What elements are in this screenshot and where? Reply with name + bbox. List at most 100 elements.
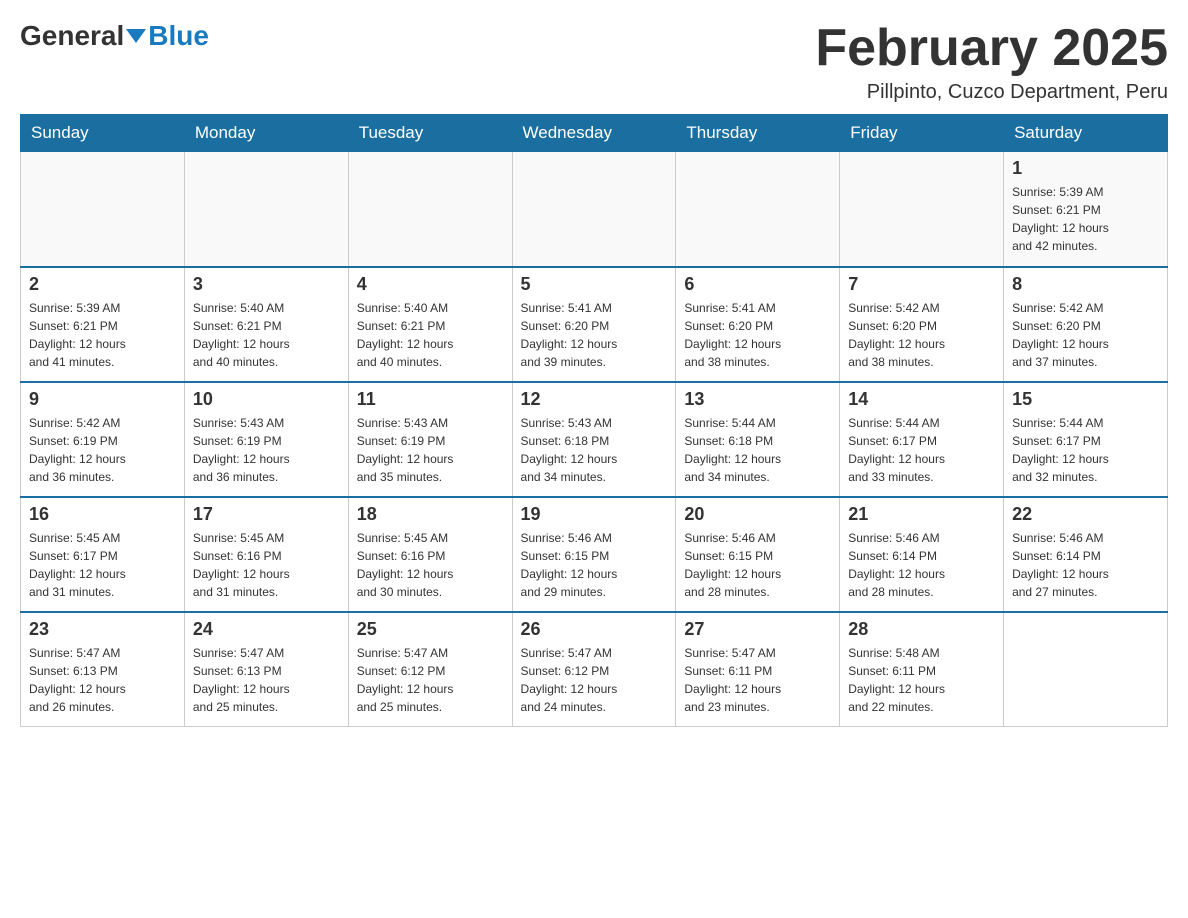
day-number: 8	[1012, 274, 1159, 295]
calendar-cell	[676, 152, 840, 267]
calendar-cell: 22 Sunrise: 5:46 AM Sunset: 6:14 PM Dayli…	[1004, 497, 1168, 612]
day-info: Sunrise: 5:45 AM Sunset: 6:16 PM Dayligh…	[193, 529, 340, 601]
day-info: Sunrise: 5:42 AM Sunset: 6:19 PM Dayligh…	[29, 414, 176, 486]
calendar-cell	[840, 152, 1004, 267]
calendar-cell: 8Sunrise: 5:42 AM Sunset: 6:20 PM Daylig…	[1004, 267, 1168, 382]
day-info: Sunrise: 5:39 AM Sunset: 6:21 PM Dayligh…	[1012, 183, 1159, 255]
day-number: 25	[357, 619, 504, 640]
day-header-friday: Friday	[840, 115, 1004, 152]
day-number: 11	[357, 389, 504, 410]
day-info: Sunrise: 5:47 AM Sunset: 6:13 PM Dayligh…	[193, 644, 340, 716]
calendar-cell: 13 Sunrise: 5:44 AM Sunset: 6:18 PM Dayli…	[676, 382, 840, 497]
day-info: Sunrise: 5:45 AM Sunset: 6:17 PM Dayligh…	[29, 529, 176, 601]
calendar-cell: 6Sunrise: 5:41 AM Sunset: 6:20 PM Daylig…	[676, 267, 840, 382]
day-info: Sunrise: 5:46 AM Sunset: 6:14 PM Dayligh…	[1012, 529, 1159, 601]
day-header-sunday: Sunday	[21, 115, 185, 152]
calendar-cell: 14 Sunrise: 5:44 AM Sunset: 6:17 PM Dayli…	[840, 382, 1004, 497]
calendar-cell: 4 Sunrise: 5:40 AM Sunset: 6:21 PM Daylig…	[348, 267, 512, 382]
day-info: Sunrise: 5:44 AM Sunset: 6:18 PM Dayligh…	[684, 414, 831, 486]
calendar-week-row: 2 Sunrise: 5:39 AM Sunset: 6:21 PM Daylig…	[21, 267, 1168, 382]
day-number: 17	[193, 504, 340, 525]
calendar-header-row: SundayMondayTuesdayWednesdayThursdayFrid…	[21, 115, 1168, 152]
logo-general-text: General	[20, 20, 124, 52]
day-number: 21	[848, 504, 995, 525]
calendar-cell	[512, 152, 676, 267]
day-number: 3	[193, 274, 340, 295]
day-info: Sunrise: 5:46 AM Sunset: 6:14 PM Dayligh…	[848, 529, 995, 601]
day-number: 14	[848, 389, 995, 410]
day-number: 20	[684, 504, 831, 525]
day-number: 9	[29, 389, 176, 410]
calendar-cell: 28 Sunrise: 5:48 AM Sunset: 6:11 PM Dayli…	[840, 612, 1004, 727]
calendar-table: SundayMondayTuesdayWednesdayThursdayFrid…	[20, 114, 1168, 727]
day-header-wednesday: Wednesday	[512, 115, 676, 152]
calendar-cell: 26Sunrise: 5:47 AM Sunset: 6:12 PM Dayli…	[512, 612, 676, 727]
calendar-cell	[184, 152, 348, 267]
calendar-cell	[1004, 612, 1168, 727]
day-number: 7	[848, 274, 995, 295]
calendar-cell: 17 Sunrise: 5:45 AM Sunset: 6:16 PM Dayli…	[184, 497, 348, 612]
calendar-cell: 5 Sunrise: 5:41 AM Sunset: 6:20 PM Daylig…	[512, 267, 676, 382]
day-number: 19	[521, 504, 668, 525]
day-number: 10	[193, 389, 340, 410]
day-number: 18	[357, 504, 504, 525]
calendar-cell: 18Sunrise: 5:45 AM Sunset: 6:16 PM Dayli…	[348, 497, 512, 612]
calendar-cell: 7Sunrise: 5:42 AM Sunset: 6:20 PM Daylig…	[840, 267, 1004, 382]
calendar-cell: 20 Sunrise: 5:46 AM Sunset: 6:15 PM Dayli…	[676, 497, 840, 612]
calendar-cell: 10 Sunrise: 5:43 AM Sunset: 6:19 PM Dayli…	[184, 382, 348, 497]
day-number: 1	[1012, 158, 1159, 179]
day-number: 5	[521, 274, 668, 295]
page-header: General Blue February 2025 Pillpinto, Cu…	[20, 20, 1168, 104]
day-number: 15	[1012, 389, 1159, 410]
calendar-cell	[21, 152, 185, 267]
day-info: Sunrise: 5:39 AM Sunset: 6:21 PM Dayligh…	[29, 299, 176, 371]
day-info: Sunrise: 5:43 AM Sunset: 6:19 PM Dayligh…	[193, 414, 340, 486]
calendar-cell: 1 Sunrise: 5:39 AM Sunset: 6:21 PM Daylig…	[1004, 152, 1168, 267]
calendar-subtitle: Pillpinto, Cuzco Department, Peru	[815, 81, 1168, 104]
day-info: Sunrise: 5:48 AM Sunset: 6:11 PM Dayligh…	[848, 644, 995, 716]
logo-blue-text: Blue	[148, 20, 209, 52]
day-info: Sunrise: 5:46 AM Sunset: 6:15 PM Dayligh…	[684, 529, 831, 601]
calendar-cell: 25Sunrise: 5:47 AM Sunset: 6:12 PM Dayli…	[348, 612, 512, 727]
day-number: 22	[1012, 504, 1159, 525]
calendar-cell: 2 Sunrise: 5:39 AM Sunset: 6:21 PM Daylig…	[21, 267, 185, 382]
day-header-saturday: Saturday	[1004, 115, 1168, 152]
day-info: Sunrise: 5:47 AM Sunset: 6:12 PM Dayligh…	[521, 644, 668, 716]
calendar-cell: 16 Sunrise: 5:45 AM Sunset: 6:17 PM Dayli…	[21, 497, 185, 612]
day-number: 16	[29, 504, 176, 525]
calendar-cell: 15 Sunrise: 5:44 AM Sunset: 6:17 PM Dayli…	[1004, 382, 1168, 497]
day-info: Sunrise: 5:43 AM Sunset: 6:18 PM Dayligh…	[521, 414, 668, 486]
day-number: 28	[848, 619, 995, 640]
day-number: 27	[684, 619, 831, 640]
day-number: 6	[684, 274, 831, 295]
calendar-cell: 21 Sunrise: 5:46 AM Sunset: 6:14 PM Dayli…	[840, 497, 1004, 612]
day-info: Sunrise: 5:46 AM Sunset: 6:15 PM Dayligh…	[521, 529, 668, 601]
calendar-cell: 27Sunrise: 5:47 AM Sunset: 6:11 PM Dayli…	[676, 612, 840, 727]
day-info: Sunrise: 5:47 AM Sunset: 6:13 PM Dayligh…	[29, 644, 176, 716]
day-info: Sunrise: 5:43 AM Sunset: 6:19 PM Dayligh…	[357, 414, 504, 486]
calendar-week-row: 23 Sunrise: 5:47 AM Sunset: 6:13 PM Dayli…	[21, 612, 1168, 727]
calendar-cell: 23 Sunrise: 5:47 AM Sunset: 6:13 PM Dayli…	[21, 612, 185, 727]
calendar-cell: 3 Sunrise: 5:40 AM Sunset: 6:21 PM Daylig…	[184, 267, 348, 382]
calendar-title: February 2025	[815, 20, 1168, 77]
day-info: Sunrise: 5:44 AM Sunset: 6:17 PM Dayligh…	[848, 414, 995, 486]
calendar-cell: 12 Sunrise: 5:43 AM Sunset: 6:18 PM Dayli…	[512, 382, 676, 497]
day-info: Sunrise: 5:40 AM Sunset: 6:21 PM Dayligh…	[357, 299, 504, 371]
day-number: 12	[521, 389, 668, 410]
calendar-week-row: 16 Sunrise: 5:45 AM Sunset: 6:17 PM Dayli…	[21, 497, 1168, 612]
day-info: Sunrise: 5:40 AM Sunset: 6:21 PM Dayligh…	[193, 299, 340, 371]
day-info: Sunrise: 5:41 AM Sunset: 6:20 PM Dayligh…	[521, 299, 668, 371]
calendar-cell: 24 Sunrise: 5:47 AM Sunset: 6:13 PM Dayli…	[184, 612, 348, 727]
day-header-tuesday: Tuesday	[348, 115, 512, 152]
calendar-cell: 9 Sunrise: 5:42 AM Sunset: 6:19 PM Daylig…	[21, 382, 185, 497]
day-number: 4	[357, 274, 504, 295]
day-number: 24	[193, 619, 340, 640]
calendar-week-row: 9 Sunrise: 5:42 AM Sunset: 6:19 PM Daylig…	[21, 382, 1168, 497]
calendar-week-row: 1 Sunrise: 5:39 AM Sunset: 6:21 PM Daylig…	[21, 152, 1168, 267]
day-number: 23	[29, 619, 176, 640]
day-info: Sunrise: 5:44 AM Sunset: 6:17 PM Dayligh…	[1012, 414, 1159, 486]
logo-arrow-icon	[126, 29, 146, 43]
calendar-cell: 19 Sunrise: 5:46 AM Sunset: 6:15 PM Dayli…	[512, 497, 676, 612]
day-number: 2	[29, 274, 176, 295]
day-number: 13	[684, 389, 831, 410]
